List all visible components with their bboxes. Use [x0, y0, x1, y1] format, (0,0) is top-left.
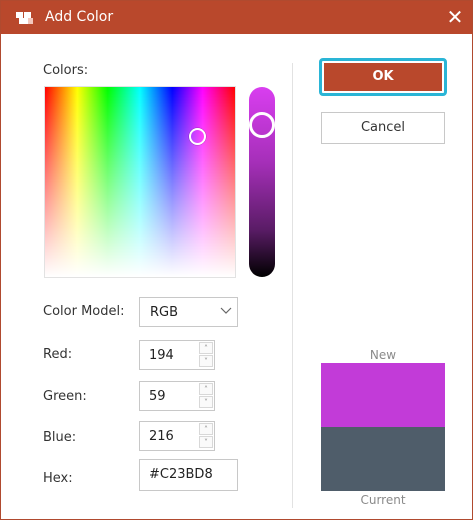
chevron-down-icon [220, 307, 232, 314]
red-value: 194 [149, 348, 174, 363]
chevron-down-icon[interactable]: ˅ [199, 436, 213, 448]
color-model-label: Color Model: [43, 304, 125, 319]
spectrum-cursor[interactable] [189, 128, 206, 145]
hex-input[interactable]: #C23BD8 [139, 459, 238, 491]
new-color-label: New [369, 348, 397, 362]
close-button[interactable]: ✕ [441, 4, 469, 30]
blue-value: 216 [149, 429, 174, 444]
red-stepper[interactable]: 194 ˄ ˅ [139, 340, 215, 370]
current-color-label: Current [360, 493, 406, 507]
vertical-divider [292, 63, 293, 508]
paint-bucket-icon [16, 12, 33, 24]
ok-button[interactable]: OK [319, 58, 447, 96]
add-color-dialog: Add Color ✕ Colors: Color Model: RGB Red… [0, 0, 473, 520]
close-icon: ✕ [446, 5, 464, 29]
color-model-select[interactable]: RGB [139, 297, 238, 327]
blue-label: Blue: [43, 430, 77, 445]
red-stepper-arrows: ˄ ˅ [199, 342, 213, 368]
blue-stepper-arrows: ˄ ˅ [199, 423, 213, 449]
green-value: 59 [149, 389, 166, 404]
green-label: Green: [43, 389, 87, 404]
red-label: Red: [43, 347, 73, 362]
chevron-down-icon[interactable]: ˅ [199, 355, 213, 367]
blue-stepper[interactable]: 216 ˄ ˅ [139, 421, 215, 451]
current-color-swatch [321, 427, 445, 491]
chevron-up-icon[interactable]: ˄ [199, 383, 213, 395]
hex-value: #C23BD8 [149, 467, 213, 482]
chevron-up-icon[interactable]: ˄ [199, 342, 213, 354]
green-stepper[interactable]: 59 ˄ ˅ [139, 381, 215, 411]
brightness-slider-thumb[interactable] [249, 112, 275, 138]
green-stepper-arrows: ˄ ˅ [199, 383, 213, 409]
new-color-swatch [321, 363, 445, 427]
title-bar: Add Color ✕ [1, 1, 472, 34]
colors-label: Colors: [43, 63, 89, 78]
color-model-value: RGB [150, 305, 179, 320]
cancel-button[interactable]: Cancel [321, 112, 445, 144]
ok-button-label: OK [324, 63, 442, 91]
chevron-up-icon[interactable]: ˄ [199, 423, 213, 435]
color-spectrum[interactable] [44, 86, 236, 278]
chevron-down-icon[interactable]: ˅ [199, 396, 213, 408]
window-title: Add Color [45, 9, 114, 25]
hex-label: Hex: [43, 471, 73, 486]
